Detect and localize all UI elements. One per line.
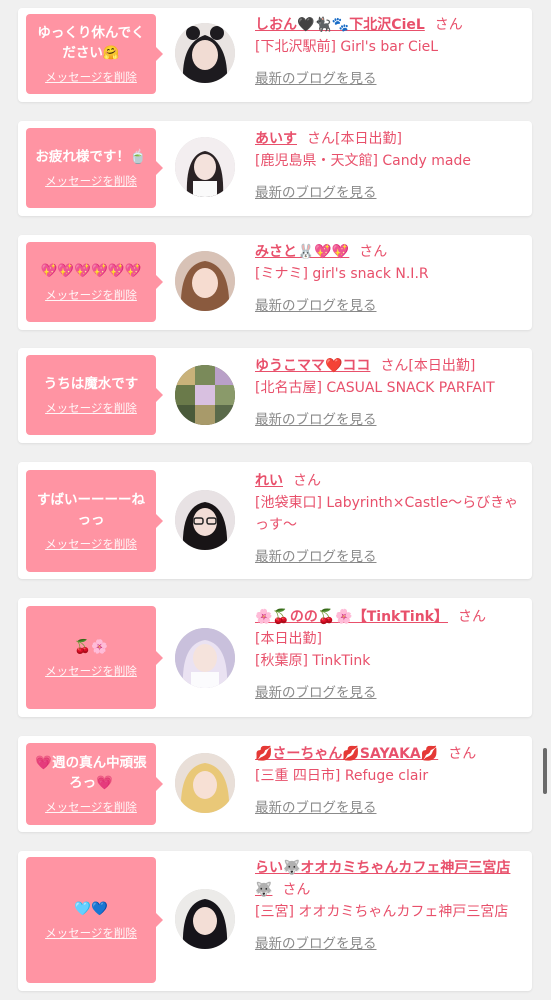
message-card: ゆっくり休んでください🤗 メッセージを削除 しおん🖤🐈‍⬛🐾下北沢CieL さん … (18, 8, 532, 102)
message-card: 💖💖💖💖💖💖 メッセージを削除 みさと🐰💖💖 さん [ミナミ] girl's sn… (18, 235, 532, 330)
cast-name-link[interactable]: しおん🖤🐈‍⬛🐾下北沢CieL (255, 17, 425, 33)
honorific: さん (293, 473, 321, 489)
message-card: すばいーーーーねっっ メッセージを削除 れい さん [池袋東口] Labyrint… (18, 462, 532, 579)
delete-message-link[interactable]: メッセージを削除 (45, 287, 137, 303)
message-bubble: ゆっくり休んでください🤗 メッセージを削除 (26, 14, 163, 94)
cast-info: れい さん [池袋東口] Labyrinth×Castle〜らびきゃっす〜 最新の… (255, 470, 523, 568)
avatar[interactable] (175, 365, 235, 425)
latest-blog-link[interactable]: 最新のブログを見る (255, 546, 377, 568)
latest-blog-link[interactable]: 最新のブログを見る (255, 409, 377, 431)
shop-info: [下北沢駅前] Girl's bar CieL (255, 39, 439, 55)
delete-message-link[interactable]: メッセージを削除 (45, 536, 137, 552)
cast-name-link[interactable]: ゆうこママ❤️ココ (255, 358, 370, 374)
delete-message-link[interactable]: メッセージを削除 (45, 69, 137, 85)
message-text: うちは魔水です (43, 376, 139, 392)
cast-info: 🌸🍒のの🍒🌸【TinkTink】 さん [本日出勤] [秋葉原] TinkTink… (255, 606, 523, 704)
cast-name-link[interactable]: みさと🐰💖💖 (255, 244, 349, 260)
cast-info: 💋さーちゃん💋SAYAKA💋 さん [三重 四日市] Refuge clair 最… (255, 743, 523, 819)
message-bubble: 💖💖💖💖💖💖 メッセージを削除 (26, 242, 163, 322)
honorific: さん (434, 17, 463, 33)
cast-name-link[interactable]: 🌸🍒のの🍒🌸【TinkTink】 (255, 609, 448, 625)
cast-info: みさと🐰💖💖 さん [ミナミ] girl's snack N.I.R 最新のブログ… (255, 241, 523, 317)
avatar[interactable] (175, 490, 235, 550)
latest-blog-link[interactable]: 最新のブログを見る (255, 295, 377, 317)
cast-name-link[interactable]: れい (255, 473, 283, 489)
cast-info: あいす さん[本日出勤] [鹿児島県・天文館] Candy made 最新のブログ… (255, 128, 523, 204)
delete-message-link[interactable]: メッセージを削除 (45, 400, 137, 416)
cast-info: らい🐺オオカミちゃんカフェ神戸三宮店🐺 さん [三宮] オオカミちゃんカフェ神戸三… (255, 857, 523, 955)
latest-blog-link[interactable]: 最新のブログを見る (255, 682, 377, 704)
honorific: さん[本日出勤] (307, 131, 402, 147)
shop-info: [ミナミ] girl's snack N.I.R (255, 266, 429, 282)
avatar[interactable] (175, 251, 235, 311)
message-bubble: お疲れ様です！🍵 メッセージを削除 (26, 128, 163, 208)
message-bubble: すばいーーーーねっっ メッセージを削除 (26, 470, 163, 572)
honorific: さん (282, 882, 311, 898)
avatar[interactable] (175, 889, 235, 949)
cast-name-link[interactable]: 💋さーちゃん💋SAYAKA💋 (255, 746, 438, 762)
message-card: お疲れ様です！🍵 メッセージを削除 あいす さん[本日出勤] [鹿児島県・天文館]… (18, 121, 532, 216)
message-bubble: 🍒🌸 メッセージを削除 (26, 606, 163, 709)
avatar[interactable] (175, 23, 235, 83)
shop-info: [池袋東口] Labyrinth×Castle〜らびきゃっす〜 (255, 495, 519, 533)
delete-message-link[interactable]: メッセージを削除 (45, 173, 137, 189)
message-bubble: うちは魔水です メッセージを削除 (26, 355, 163, 435)
shop-info: [秋葉原] TinkTink (255, 653, 371, 669)
honorific: さん[本日出勤] (380, 358, 476, 374)
message-card: 🍒🌸 メッセージを削除 🌸🍒のの🍒🌸【TinkTink】 さん [本日出勤] [秋… (18, 598, 532, 717)
shop-info: [鹿児島県・天文館] Candy made (255, 153, 471, 169)
avatar[interactable] (175, 137, 235, 197)
message-text: 🍒🌸 (74, 638, 108, 655)
message-card: 🩵💙 メッセージを削除 らい🐺オオカミちゃんカフェ神戸三宮店🐺 さん [三宮] オ… (18, 851, 532, 991)
shop-info: [三重 四日市] Refuge clair (255, 768, 429, 784)
message-text: 💗週の真ん中頑張ろっ💗 (35, 755, 147, 791)
avatar[interactable] (175, 753, 235, 813)
message-text: 💖💖💖💖💖💖 (40, 263, 142, 279)
avatar[interactable] (175, 628, 235, 688)
honorific: さん (359, 244, 388, 260)
delete-message-link[interactable]: メッセージを削除 (45, 663, 137, 679)
cast-name-link[interactable]: あいす (255, 131, 297, 147)
message-bubble: 💗週の真ん中頑張ろっ💗 メッセージを削除 (26, 743, 163, 825)
message-text: お疲れ様です！🍵 (35, 149, 147, 165)
message-text: ゆっくり休んでください🤗 (37, 25, 145, 61)
message-text: 🩵💙 (74, 901, 108, 917)
work-status: [本日出勤] (255, 631, 322, 647)
latest-blog-link[interactable]: 最新のブログを見る (255, 182, 377, 204)
cast-info: ゆうこママ❤️ココ さん[本日出勤] [北名古屋] CASUAL SNACK PA… (255, 355, 523, 431)
scrollbar[interactable] (543, 748, 547, 794)
delete-message-link[interactable]: メッセージを削除 (45, 799, 137, 815)
message-card: 💗週の真ん中頑張ろっ💗 メッセージを削除 💋さーちゃん💋SAYAKA💋 さん [三… (18, 736, 532, 832)
message-bubble: 🩵💙 メッセージを削除 (26, 857, 163, 983)
message-card: うちは魔水です メッセージを削除 ゆうこママ❤️ココ さん[本日出勤] [北名古屋… (18, 348, 532, 443)
honorific: さん (457, 609, 486, 625)
latest-blog-link[interactable]: 最新のブログを見る (255, 797, 377, 819)
cast-info: しおん🖤🐈‍⬛🐾下北沢CieL さん [下北沢駅前] Girl's bar Cie… (255, 14, 523, 90)
latest-blog-link[interactable]: 最新のブログを見る (255, 68, 377, 90)
shop-info: [北名古屋] CASUAL SNACK PARFAIT (255, 380, 495, 396)
message-text: すばいーーーーねっっ (37, 492, 145, 528)
delete-message-link[interactable]: メッセージを削除 (45, 925, 137, 941)
shop-info: [三宮] オオカミちゃんカフェ神戸三宮店 (255, 904, 509, 920)
latest-blog-link[interactable]: 最新のブログを見る (255, 933, 377, 955)
honorific: さん (448, 746, 477, 762)
